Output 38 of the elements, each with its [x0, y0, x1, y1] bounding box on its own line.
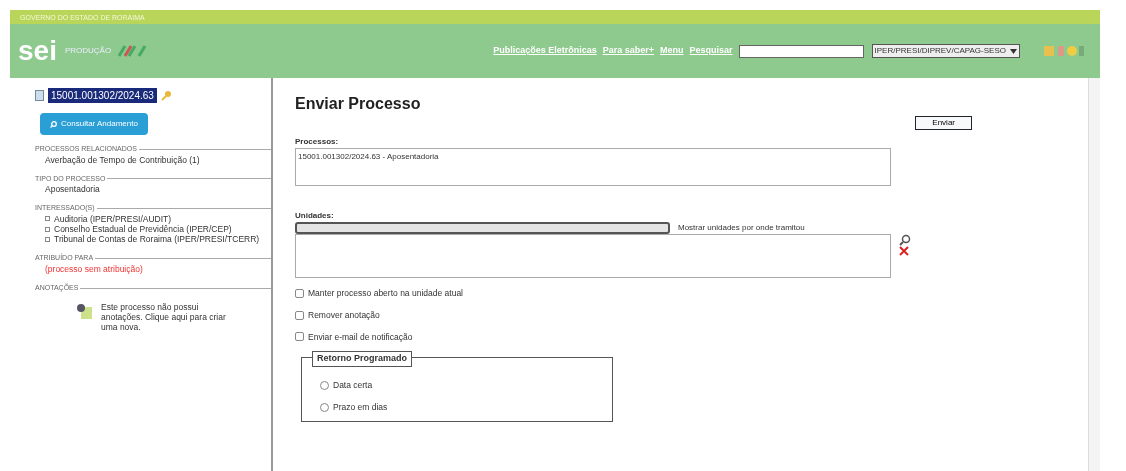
key-icon: [160, 90, 171, 101]
units-select[interactable]: [295, 222, 670, 234]
checkbox[interactable]: [295, 332, 304, 342]
fieldset-legend: Retorno Programado: [312, 351, 412, 367]
option-label: Manter processo aberto na unidade atual: [308, 287, 463, 300]
create-note-link[interactable]: Clique aqui: [144, 311, 188, 322]
processes-label: Processos:: [295, 136, 340, 148]
option-label: Remover anotação: [308, 308, 380, 322]
remove-icon: [899, 246, 911, 256]
radio-label: Data certa: [333, 379, 373, 392]
process-number[interactable]: 15001.001302/2024.63: [48, 88, 157, 103]
document-icon: [35, 90, 44, 101]
sidebar-item[interactable]: Auditoria (IPER/PRESI/AUDIT): [54, 213, 172, 225]
units-label: Unidades:: [295, 210, 335, 222]
checkbox[interactable]: [295, 288, 304, 298]
sidebar-item[interactable]: Conselho Estadual de Previdência (IPER/CEP): [54, 224, 232, 235]
environment-label: PRODUÇÃO: [64, 45, 112, 57]
search-field[interactable]: [738, 44, 864, 58]
note-icon: [75, 301, 93, 320]
radio-label: Prazo em dias: [333, 401, 388, 414]
show-units-link[interactable]: Mostrar unidades por onde tramitou: [678, 222, 805, 234]
toolbar-icons-drawing: [1044, 45, 1084, 57]
sidebar-item[interactable]: Aposentadoria: [45, 184, 100, 195]
process-item: 15001.001302/2024.63 - Aposentadoria: [298, 151, 440, 163]
unit-select[interactable]: IPER/PRESI/DIPREV/CAPAG-SESO: [871, 44, 1020, 58]
notes-text: Este processo não possui anotações. Clique aqui para criar uma nova.: [101, 301, 227, 333]
search-icon: [899, 234, 911, 246]
send-button[interactable]: Enviar: [915, 116, 972, 130]
sidebar-item[interactable]: Averbação de Tempo de Contribuição (1): [45, 154, 200, 165]
logo: sei: [18, 37, 57, 65]
scrollbar[interactable]: [1088, 78, 1100, 471]
search-icon: [50, 120, 57, 128]
page-title: Enviar Processo: [295, 94, 421, 114]
sidebar-item[interactable]: Tribunal de Contas de Roraima (IPER/PRESI/TCERR): [54, 234, 260, 245]
option-label: Enviar e-mail de notificação: [308, 330, 413, 344]
checkbox[interactable]: [295, 310, 304, 320]
sidebar-item: (processo sem atribuição): [45, 263, 143, 275]
caret-icon: [1010, 48, 1017, 54]
